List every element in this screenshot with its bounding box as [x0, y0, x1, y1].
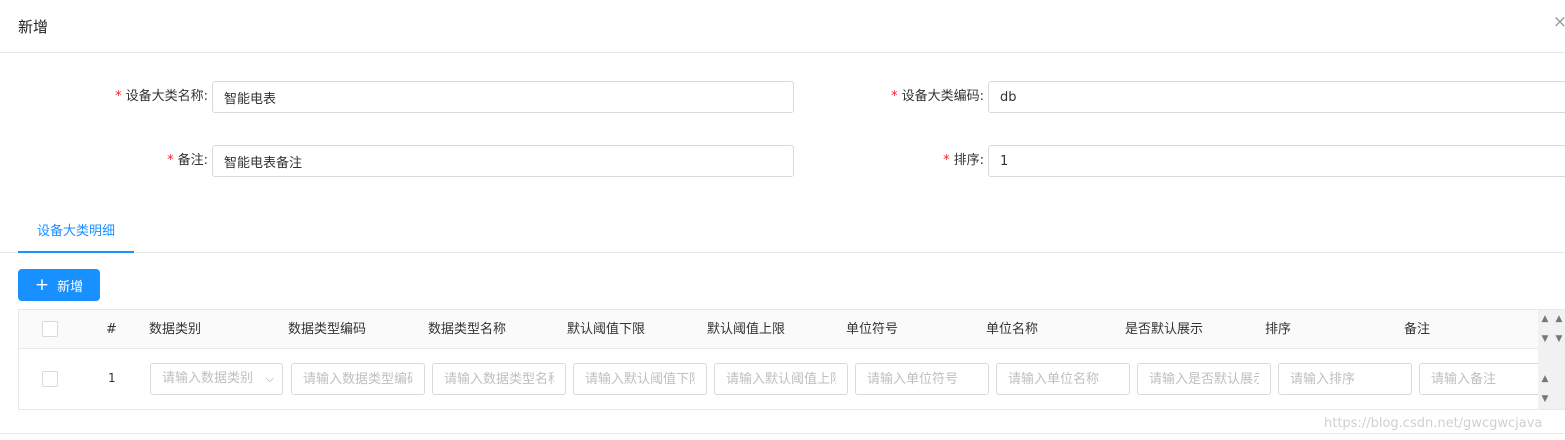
- tabs-bar: 设备大类明细: [0, 212, 1565, 253]
- required-mark: *: [115, 89, 122, 104]
- tab-category-detail[interactable]: 设备大类明细: [18, 212, 134, 253]
- add-row-button[interactable]: + 新增: [18, 269, 100, 301]
- unit-symbol-input[interactable]: [855, 363, 989, 395]
- threshold-max-input[interactable]: [714, 363, 848, 395]
- data-category-select[interactable]: 请输入数据类别 ⌵: [150, 363, 283, 395]
- column-header-sort: 排序: [1265, 322, 1292, 337]
- scroll-down-icon[interactable]: ▼: [1538, 332, 1552, 346]
- select-all-checkbox[interactable]: [42, 321, 58, 337]
- watermark: https://blog.csdn.net/gwcgwcjava: [1324, 416, 1543, 431]
- row-index: 1: [108, 371, 116, 385]
- column-header-data-type-code: 数据类型编码: [288, 322, 367, 337]
- column-header-data-category: 数据类别: [149, 322, 202, 337]
- remark-label: * 备注:: [167, 153, 208, 168]
- plus-icon: +: [34, 274, 50, 295]
- chevron-down-icon: ⌵: [265, 372, 274, 385]
- modal-title: 新增: [18, 18, 49, 36]
- scroll-up-icon[interactable]: ▲: [1552, 312, 1565, 326]
- column-header-threshold-min: 默认阈值下限: [567, 322, 646, 337]
- row-checkbox[interactable]: [42, 371, 58, 387]
- data-type-code-input[interactable]: [291, 363, 425, 395]
- column-header-unit-name: 单位名称: [986, 322, 1039, 337]
- column-header-data-type-name: 数据类型名称: [428, 322, 507, 337]
- column-header-remark: 备注: [1404, 322, 1431, 337]
- modal-bottom-divider: [0, 433, 1565, 434]
- threshold-min-input[interactable]: [573, 363, 707, 395]
- data-category-select-placeholder: 请输入数据类别: [162, 371, 254, 386]
- column-header-index: #: [106, 322, 117, 337]
- data-type-name-input[interactable]: [432, 363, 566, 395]
- category-code-label: * 设备大类编码:: [891, 89, 984, 104]
- column-header-default-display: 是否默认展示: [1125, 322, 1204, 337]
- table-header: # 数据类别 数据类型编码 数据类型名称 默认阈值下限 默认阈值上限 单位符号 …: [19, 310, 1539, 349]
- sort-input[interactable]: [988, 145, 1565, 177]
- unit-name-input[interactable]: [996, 363, 1130, 395]
- required-mark: *: [891, 89, 898, 104]
- category-name-label: * 设备大类名称:: [115, 89, 208, 104]
- table-row: 1 请输入数据类别 ⌵: [19, 349, 1545, 409]
- scroll-up-icon[interactable]: ▲: [1538, 312, 1552, 326]
- column-header-threshold-max: 默认阈值上限: [707, 322, 786, 337]
- add-row-button-label: 新增: [57, 279, 84, 295]
- scroll-down-icon[interactable]: ▼: [1552, 332, 1565, 346]
- close-icon[interactable]: ×: [1553, 14, 1565, 31]
- default-display-input[interactable]: [1137, 363, 1271, 395]
- category-name-input[interactable]: [212, 81, 794, 113]
- row-sort-input[interactable]: [1278, 363, 1412, 395]
- required-mark: *: [167, 153, 174, 168]
- scroll-down-icon[interactable]: ▼: [1538, 392, 1552, 406]
- remark-input[interactable]: [212, 145, 794, 177]
- modal-header: 新增 ×: [0, 0, 1565, 53]
- detail-table: # 数据类别 数据类型编码 数据类型名称 默认阈值下限 默认阈值上限 单位符号 …: [18, 309, 1565, 410]
- table-vertical-scrollbar[interactable]: ▲ ▲ ▼ ▼ ▲ ▼: [1538, 310, 1565, 409]
- row-remark-input[interactable]: [1419, 363, 1545, 395]
- column-header-unit-symbol: 单位符号: [846, 322, 899, 337]
- sort-label: * 排序:: [943, 153, 984, 168]
- category-code-input[interactable]: [988, 81, 1565, 113]
- required-mark: *: [943, 153, 950, 168]
- scroll-up-icon[interactable]: ▲: [1538, 372, 1552, 386]
